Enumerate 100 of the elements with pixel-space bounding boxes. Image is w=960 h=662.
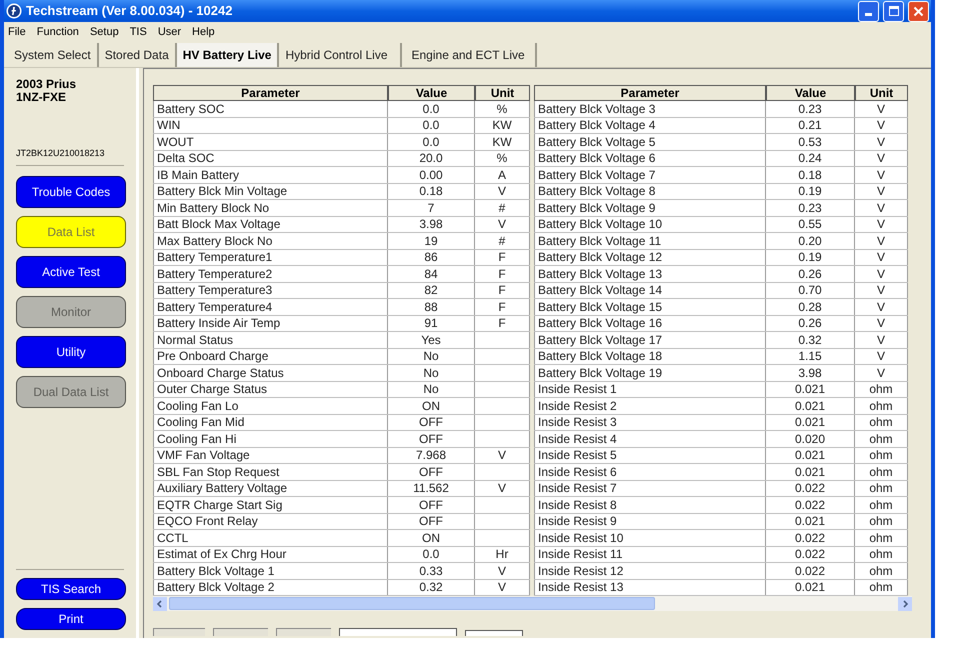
table-cell-text: Inside Resist 5 xyxy=(537,448,617,462)
table-cell-text: 1.15 xyxy=(797,349,823,364)
table-cell-text: OFF xyxy=(418,498,444,512)
table-cell-text: 0.020 xyxy=(794,432,826,446)
tab[interactable]: System Select xyxy=(8,43,99,67)
table-cell-text: Battery Temperature3 xyxy=(156,283,272,298)
table-cell-text: 0.0 xyxy=(422,134,440,149)
table-cell-text: Delta SOC xyxy=(156,151,214,166)
table-cell-text: 7 xyxy=(426,200,436,215)
table-cell-text: Battery Blck Voltage 2 xyxy=(156,580,274,594)
toolbar-button[interactable] xyxy=(276,628,331,636)
nav-button[interactable]: Active Test xyxy=(16,256,126,288)
table-cell-text: 0.0 xyxy=(422,118,440,132)
table-cell-text: 0.19 xyxy=(797,250,823,264)
table-cell-text: V xyxy=(876,316,886,330)
table-cell-text: ON xyxy=(421,530,441,545)
table-cell-text: 0.20 xyxy=(797,234,823,248)
action-button[interactable]: TIS Search xyxy=(16,578,126,600)
table-cell-text: Battery Blck Min Voltage xyxy=(156,184,288,198)
table-cell-text: 86 xyxy=(423,250,439,264)
menu-item[interactable]: Function xyxy=(36,24,79,40)
table-cell-text: ohm xyxy=(868,498,894,512)
table-cell-text: V xyxy=(876,332,886,347)
table-cell-text: ohm xyxy=(868,580,894,594)
table-cell-text: 3.98 xyxy=(418,217,444,232)
minimize-button[interactable] xyxy=(858,0,879,22)
table-cell-text: Battery Blck Voltage 17 xyxy=(537,332,662,347)
table-cell-text: Cooling Fan Hi xyxy=(156,432,236,446)
column-header[interactable]: Parameter xyxy=(534,85,766,101)
table-cell-text: Battery Blck Voltage 9 xyxy=(537,200,656,215)
menu-item[interactable]: File xyxy=(8,24,26,40)
table-cell-text: Battery Blck Voltage 13 xyxy=(537,266,662,281)
nav-button[interactable]: Data List xyxy=(16,216,126,248)
table-cell-text: 0.022 xyxy=(794,547,826,562)
table-cell-text: V xyxy=(876,250,886,264)
table-cell-text: 20.0 xyxy=(418,151,444,166)
toolbar-button[interactable] xyxy=(213,628,268,636)
table-cell-text: Battery Blck Voltage 10 xyxy=(537,217,662,232)
toolbar-button[interactable] xyxy=(153,628,205,636)
table-cell-text: OFF xyxy=(418,464,444,479)
table-cell-text: ohm xyxy=(868,464,894,479)
table-cell-text: V xyxy=(496,481,507,496)
menu-item[interactable]: TIS xyxy=(130,24,147,40)
table-cell-text: ohm xyxy=(868,564,894,578)
table-cell-text: 0.00 xyxy=(418,168,444,182)
scroll-right-icon[interactable] xyxy=(898,596,912,610)
table-cell-text: Battery Blck Voltage 8 xyxy=(537,184,656,198)
table-cell-text: Cooling Fan Lo xyxy=(156,398,238,413)
table-cell-text: Battery Blck Voltage 19 xyxy=(537,366,662,380)
table-cell-text: ohm xyxy=(868,398,894,413)
table-cell-text: 0.022 xyxy=(794,564,826,578)
table-cell-text: 11.562 xyxy=(412,481,450,496)
scroll-left-icon[interactable] xyxy=(153,596,167,610)
menu-item[interactable]: User xyxy=(158,24,182,40)
column-header[interactable]: Parameter xyxy=(153,85,388,101)
table-cell-text: Inside Resist 13 xyxy=(537,580,624,594)
table-cell-text: Battery Blck Voltage 15 xyxy=(537,300,662,314)
table-cell-text: Batt Block Max Voltage xyxy=(156,217,280,232)
table-cell-text: V xyxy=(876,283,886,298)
tab[interactable]: HV Battery Live xyxy=(176,43,280,67)
table-cell-text: Max Battery Block No xyxy=(156,234,272,248)
column-header[interactable]: Unit xyxy=(855,85,908,101)
horizontal-scrollbar[interactable] xyxy=(153,596,912,611)
table-cell-text: 7.968 xyxy=(414,448,448,462)
menu-item[interactable]: Help xyxy=(192,24,215,40)
close-button[interactable] xyxy=(908,0,929,22)
scroll-thumb[interactable] xyxy=(169,597,655,610)
column-header[interactable]: Value xyxy=(388,85,475,101)
table-cell-text: Battery Blck Voltage 1 xyxy=(156,564,274,578)
column-header[interactable]: Unit xyxy=(475,85,530,101)
table-cell-text: 0.26 xyxy=(797,316,823,330)
table-cell-text: V xyxy=(876,151,886,166)
filter-dropdown[interactable] xyxy=(339,628,457,636)
table-cell-text: Battery Blck Voltage 11 xyxy=(537,234,662,248)
table-cell-text: VMF Fan Voltage xyxy=(156,448,250,462)
action-button[interactable]: Print xyxy=(16,608,126,630)
table-cell-text: V xyxy=(496,217,507,232)
toolbar-dropdown[interactable] xyxy=(465,630,523,636)
table-cell-text: % xyxy=(496,151,508,166)
table-cell-text: ON xyxy=(421,398,441,413)
nav-button[interactable]: Trouble Codes xyxy=(16,176,126,208)
table-cell-text: Battery Inside Air Temp xyxy=(156,316,280,330)
table-cell-text: 0.33 xyxy=(418,564,444,578)
table-cell-text: Battery Blck Voltage 4 xyxy=(537,118,656,132)
table-cell-text: 0.022 xyxy=(794,498,826,512)
table-cell-text: ohm xyxy=(868,382,894,396)
table-cell-text: Inside Resist 8 xyxy=(537,498,617,512)
maximize-button[interactable] xyxy=(883,0,904,22)
table-cell-text: 0.18 xyxy=(418,184,444,198)
table-cell-text: Inside Resist 4 xyxy=(537,432,617,446)
column-header[interactable]: Value xyxy=(766,85,855,101)
table-cell-text: ohm xyxy=(868,432,894,446)
table-cell-text: ohm xyxy=(868,530,894,545)
table-cell-text: Inside Resist 6 xyxy=(537,464,617,479)
table-cell-text: V xyxy=(876,102,886,116)
nav-button[interactable]: Utility xyxy=(16,336,126,368)
menu-item[interactable]: Setup xyxy=(90,24,119,40)
table-cell-text: ohm xyxy=(868,481,894,496)
table-cell-text: Battery Blck Voltage 6 xyxy=(537,151,656,166)
table-cell-text: Battery Blck Voltage 12 xyxy=(537,250,662,264)
